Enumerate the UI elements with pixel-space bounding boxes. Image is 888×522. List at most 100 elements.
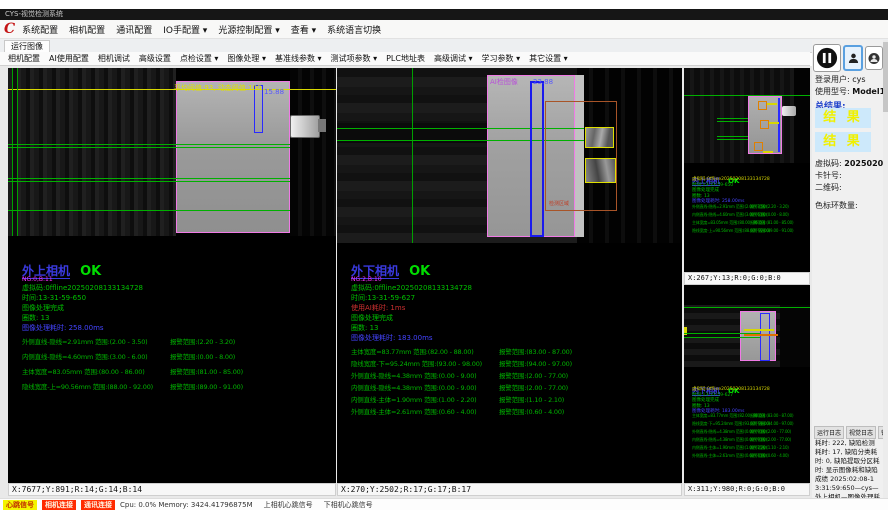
log-tab[interactable]: 视觉日志 (846, 426, 876, 439)
measurement-list: 外侧直线-隐线=2.91mm 范围:(2.00 - 3.50) 报警范围:(2.… (692, 204, 806, 236)
alarm-range: 报警范围:(2.00 - 77.00) (750, 437, 791, 443)
pause-button[interactable] (813, 44, 841, 72)
measurement-row: 外侧直线-隐线=4.38mm 范围:(0.00 - 9.00) 报警范围:(2.… (351, 370, 671, 382)
menu-bar: C 系统配置相机配置通讯配置IO手配置 ▾光源控制配置 ▾查看 ▾系统语言切换 (0, 20, 888, 39)
result-ok-label: OK (409, 264, 430, 279)
menu-item[interactable]: 相机配置 (69, 23, 105, 36)
menu-items: 系统配置相机配置通讯配置 IO手配置 ▾ 光源控制配置 ▾ 查看 ▾ 系统语言切换 (22, 23, 381, 36)
alarm-range: 报警范围:(2.20 - 3.20) (170, 336, 235, 346)
bottom-camera-heartbeat-text: 下相机心跳信号 (324, 500, 373, 510)
virtual-code-row: 虚拟码: 20250208 (815, 158, 888, 169)
tab-strip: 运行图像 (0, 39, 888, 53)
user-manage-button[interactable] (865, 46, 883, 70)
alarm-range: 报警范围:(89.00 - 91.00) (170, 381, 243, 391)
ai-image-label: AI检图像 (490, 77, 518, 87)
alarm-range: 报警范围:(83.00 - 87.00) (499, 346, 572, 356)
defect-marker-rect (754, 142, 763, 151)
green-measure-line (717, 121, 748, 122)
pixel-status-bar: X:311;Y:980;R:0;G:0;B:0 (684, 483, 810, 496)
comm-connect-badge: 通讯连接 (81, 500, 115, 510)
result-ok-label: OK (80, 264, 101, 279)
toolbar-item[interactable]: 基准线参数 ▾ (275, 53, 322, 64)
defect-marker-rect (758, 101, 767, 110)
defect-highlight-rect (585, 158, 616, 183)
title-bar: CYS-视觉检测系统 (0, 9, 888, 20)
scrollbar-thumb[interactable] (883, 42, 888, 112)
log-tab[interactable]: 运行日志 (814, 426, 844, 439)
toolbar-item[interactable]: 其它设置 ▾ (529, 53, 568, 64)
menu-item[interactable]: IO手配置 ▾ (163, 23, 207, 36)
process-done-line: 图像处理完成 (351, 313, 661, 323)
machine-background (780, 305, 810, 367)
user-login-button[interactable] (843, 45, 863, 71)
measurement-row: 隐线宽度-下=95.24mm 范围:(93.00 - 98.00) 报警范围:(… (351, 358, 671, 370)
result-text-block: 外下相机 OK NG:2,B:10 虚拟码:0ffline20250208133… (351, 260, 661, 343)
control-buttons (813, 44, 888, 72)
camera-image-inner-bottom[interactable] (684, 305, 810, 367)
menu-item[interactable]: 系统配置 (22, 23, 58, 36)
model-label: 使用型号: (815, 87, 850, 96)
measurement-value: 主体宽度=83.05mm 范围:(80.00 - 86.00) (22, 366, 145, 376)
pixel-status-bar: X:7677;Y:891;R:14;G:14;B:14 (8, 483, 336, 496)
result-badge-bottom: 结 果 (815, 132, 871, 152)
process-done-line: 图像处理完成 (22, 303, 332, 313)
virtual-code-line: 虚拟码:0ffline20250208133134728 (351, 283, 661, 293)
measurement-row: 外侧直线-隐线=2.91mm 范围:(2.00 - 3.50) 报警范围:(2.… (22, 336, 336, 351)
machine-background (794, 68, 810, 163)
toolbar-item[interactable]: 图像处理 ▾ (227, 53, 266, 64)
green-measure-line (8, 210, 290, 211)
toolbar-item[interactable]: AI使用配置 (49, 53, 89, 64)
result-badge-top: 结 果 (815, 108, 871, 128)
defect-label-mark (744, 329, 774, 331)
measurement-row: 主体宽度=83.05mm 范围:(80.00 - 86.00) 报警范围:(81… (22, 366, 336, 381)
machine-background (290, 68, 336, 236)
ai-detect-region-rect (545, 101, 617, 211)
measurement-value: 主体宽度=83.77mm 范围:(82.00 - 88.00) (351, 346, 474, 356)
green-measure-line (717, 139, 748, 140)
measurement-row: 内侧直线-主体=1.90mm 范围:(1.00 - 2.20) 报警范围:(1.… (351, 394, 671, 406)
toolbar-item[interactable]: 测试项参数 ▾ (331, 53, 378, 64)
virtual-code-line: 虚拟码:0ffline20250208133134728 (22, 283, 332, 293)
measurement-row: 内侧直线-隐线=4.38mm 范围:(0.00 - 9.00) 报警范围:(2.… (351, 382, 671, 394)
measurement-list: 主体宽度=83.77mm 范围:(82.00 - 88.00) 报警范围:(83… (351, 346, 671, 418)
defect-highlight-rect (585, 127, 614, 148)
menu-item[interactable]: 查看 ▾ (291, 23, 316, 36)
toolbar-item[interactable]: 学习参数 ▾ (482, 53, 521, 64)
defect-label-mark (744, 334, 778, 336)
toolbar-item[interactable]: 点检设置 ▾ (180, 53, 219, 64)
defect-label-mark (767, 103, 777, 105)
camera-image-outer-top[interactable]: 平均阈值:93, 动态阈值:100 15.88 (8, 68, 336, 236)
toolbar-item[interactable]: 相机调试 (98, 53, 130, 64)
pixel-status-bar: X:270;Y:2502;R:17;G:17;B:17 (337, 483, 682, 496)
threshold-overlay-text: 平均阈值:93, 动态阈值:100 (174, 83, 261, 93)
user-dark-icon (868, 51, 880, 66)
menu-item[interactable]: 系统语言切换 (327, 23, 381, 36)
measurement-value: 内侧直线-主体=1.90mm 范围:(1.00 - 2.20) (351, 394, 476, 404)
menu-item[interactable]: 光源控制配置 ▾ (218, 23, 279, 36)
toolbar-item[interactable]: 高级调试 ▾ (434, 53, 473, 64)
measurement-row: 主体宽度=83.05mm 范围:(80.00 - 86.00) 报警范围:(81… (692, 220, 806, 228)
alarm-range: 报警范围:(0.00 - 8.00) (750, 212, 789, 218)
camera-view-outer-bottom: AI检图像 23.88 检测区域 外下相机 OK NG:2,B:10 虚拟码:0… (337, 68, 682, 496)
window-title: CYS-视觉检测系统 (5, 10, 63, 18)
blue-measure-line (778, 98, 780, 152)
measurement-row: 隐线宽度-上=90.56mm 范围:(88.00 - 92.00) 报警范围:(… (22, 381, 336, 396)
alarm-range: 报警范围:(2.00 - 77.00) (750, 429, 791, 435)
camera-image-outer-bottom[interactable]: AI检图像 23.88 检测区域 (337, 68, 682, 243)
result-text-block: 内上相机 OK 虚拟码:0ffline20250208133134728 时间:… (692, 168, 804, 205)
alarm-range: 报警范围:(2.00 - 77.00) (499, 382, 568, 392)
alarm-range: 报警范围:(1.10 - 2.10) (499, 394, 564, 404)
camera-image-inner-top[interactable] (684, 68, 810, 163)
ring-count-row: 色标环数量: (815, 200, 858, 211)
camera-view-inner-top: 内上相机 OK 虚拟码:0ffline20250208133134728 时间:… (684, 68, 810, 285)
toolbar-item[interactable]: 相机配置 (8, 53, 40, 64)
alarm-range: 报警范围:(94.00 - 97.00) (499, 358, 572, 368)
measurement-row: 主体宽度=83.77mm 范围:(82.00 - 88.00) 报警范围:(83… (692, 413, 806, 421)
green-measure-line (684, 95, 810, 96)
measurement-row: 主体宽度=83.77mm 范围:(82.00 - 88.00) 报警范围:(83… (351, 346, 671, 358)
panel-scrollbar[interactable] (883, 40, 888, 498)
toolbar-item[interactable]: 高级设置 (139, 53, 171, 64)
measurement-value: 内侧直线-隐线=4.38mm 范围:(0.00 - 9.00) (351, 382, 476, 392)
toolbar-item[interactable]: PLC地址表 (386, 53, 425, 64)
menu-item[interactable]: 通讯配置 (116, 23, 152, 36)
